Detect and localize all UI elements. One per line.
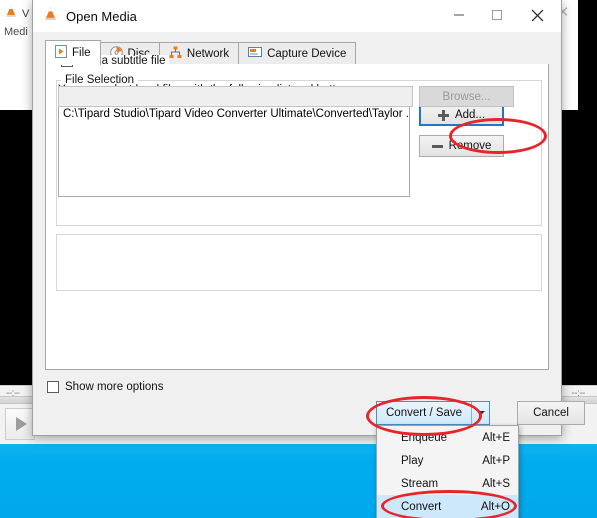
- file-tab-panel: File Selection You can select local file…: [45, 55, 549, 370]
- cancel-button[interactable]: Cancel: [517, 401, 585, 425]
- capture-device-icon: [248, 46, 263, 61]
- browse-button[interactable]: Browse...: [419, 86, 514, 107]
- chevron-down-icon[interactable]: [471, 402, 489, 424]
- menu-item-shortcut: Alt+O: [480, 500, 510, 513]
- minus-icon: [431, 141, 443, 152]
- menu-item-play[interactable]: Play Alt+P: [377, 449, 518, 472]
- add-button-label: Add...: [454, 109, 486, 121]
- dialog-titlebar[interactable]: Open Media: [33, 0, 561, 32]
- subtitle-group: [56, 234, 542, 291]
- background-window-title: V: [22, 7, 30, 20]
- minimize-button[interactable]: [441, 0, 477, 30]
- add-button[interactable]: Add...: [419, 104, 504, 126]
- checkbox-box[interactable]: [47, 381, 59, 393]
- tab-file[interactable]: File: [45, 40, 101, 65]
- background-window-titlebar: V: [4, 4, 29, 23]
- play-icon[interactable]: [5, 408, 35, 440]
- close-icon[interactable]: [519, 0, 555, 30]
- tab-network[interactable]: Network: [158, 42, 240, 64]
- dialog-title: Open Media: [66, 8, 137, 24]
- convert-save-label: Convert / Save: [386, 407, 463, 419]
- background-window-menu[interactable]: Medi: [4, 26, 28, 38]
- tab-capture-device[interactable]: Capture Device: [238, 42, 357, 64]
- tab-label: Capture Device: [267, 47, 347, 60]
- convert-save-button[interactable]: Convert / Save: [376, 401, 491, 425]
- menu-item-label: Stream: [401, 477, 439, 490]
- subtitle-path-input[interactable]: [58, 86, 413, 107]
- maximize-button[interactable]: [479, 0, 515, 30]
- menu-item-label: Enqueue: [401, 431, 448, 444]
- file-icon: [55, 45, 67, 61]
- menu-item-shortcut: Alt+S: [482, 477, 510, 490]
- remove-button-label: Remove: [448, 140, 492, 152]
- cancel-button-label: Cancel: [533, 407, 569, 419]
- vlc-cone-icon: [43, 6, 58, 26]
- menu-item-label: Convert: [401, 500, 442, 513]
- menu-item-convert[interactable]: Convert Alt+O: [377, 495, 518, 518]
- vlc-cone-icon: [4, 4, 18, 23]
- menu-item-shortcut: Alt+E: [482, 431, 510, 444]
- show-more-options-checkbox[interactable]: Show more options: [47, 381, 163, 393]
- menu-item-shortcut: Alt+P: [482, 454, 510, 467]
- tab-label: Network: [186, 47, 230, 60]
- open-media-dialog: Open Media File Disc Network Capture Dev…: [32, 0, 585, 436]
- tab-label: File: [72, 47, 91, 59]
- remove-button[interactable]: Remove: [419, 135, 504, 157]
- list-item[interactable]: C:\Tipard Studio\Tipard Video Converter …: [59, 105, 409, 120]
- menu-item-enqueue[interactable]: Enqueue Alt+E: [377, 426, 518, 449]
- browse-button-label: Browse...: [442, 90, 491, 103]
- plus-icon: [437, 109, 449, 121]
- show-more-options-label: Show more options: [65, 381, 164, 393]
- menu-item-stream[interactable]: Stream Alt+S: [377, 472, 518, 495]
- menu-item-label: Play: [401, 454, 424, 467]
- network-icon: [169, 46, 182, 62]
- file-list[interactable]: C:\Tipard Studio\Tipard Video Converter …: [58, 104, 410, 197]
- convert-save-dropdown-menu: Enqueue Alt+E Play Alt+P Stream Alt+S Co…: [376, 425, 519, 518]
